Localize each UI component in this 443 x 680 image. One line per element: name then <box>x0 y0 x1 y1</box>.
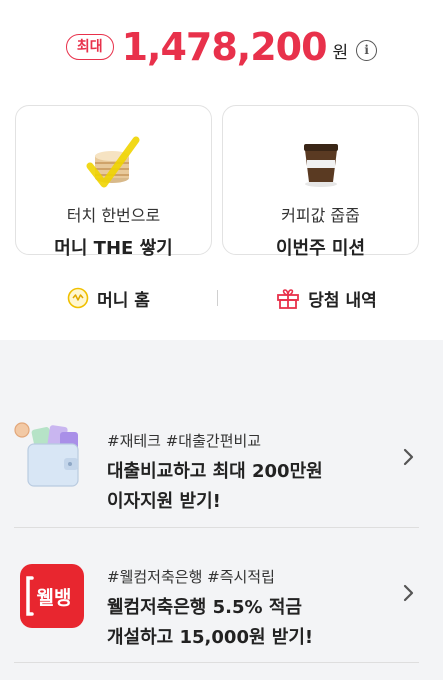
promo-welcome-bank[interactable]: 웰뱅 #웰컴저축은행 #즉시적립 웰컴저축은행 5.5% 적금 개설하고 15,… <box>14 528 419 663</box>
promo-title-line2: 개설하고 15,000원 받기! <box>107 627 314 648</box>
quick-links: 머니 홈 당첨 내역 <box>0 278 443 318</box>
promo-title-line2: 이자지원 받기! <box>107 491 221 512</box>
currency-unit: 원 <box>332 42 349 63</box>
top-section: 최대 1,478,200 원 i 터치 한번으로 머니 THE 쌓기 커피값 줍… <box>0 0 443 340</box>
promo-loan[interactable]: #재테크 #대출간편비교 대출비교하고 최대 200만원 이자지원 받기! <box>14 392 419 527</box>
coffee-cup-icon <box>291 126 351 196</box>
logo-text: 웰뱅 <box>37 587 72 609</box>
coin-stack-icon <box>84 126 144 196</box>
card-subtitle: 터치 한번으로 <box>66 206 161 225</box>
chevron-right-icon <box>399 442 419 472</box>
card-subtitle: 커피값 줍줍 <box>281 206 360 225</box>
welcome-bank-logo: 웰뱅 <box>14 558 86 630</box>
money-home-label: 머니 홈 <box>97 290 150 311</box>
chevron-right-icon <box>399 578 419 608</box>
promo-tags: #재테크 #대출간편비교 <box>107 432 262 450</box>
card-weekly-mission[interactable]: 커피값 줍줍 이번주 미션 <box>222 105 419 259</box>
gift-icon <box>276 287 300 309</box>
promo-divider <box>14 662 419 663</box>
money-coin-icon <box>67 287 89 309</box>
card-title: 이번주 미션 <box>275 238 366 259</box>
prize-history-label: 당첨 내역 <box>308 290 377 311</box>
max-amount-row: 최대 1,478,200 원 i <box>0 22 443 72</box>
money-home-link[interactable]: 머니 홈 <box>0 286 217 311</box>
info-icon[interactable]: i <box>356 39 378 61</box>
promo-title-line1: 웰컴저축은행 5.5% 적금 <box>107 597 302 618</box>
prize-history-link[interactable]: 당첨 내역 <box>218 286 435 311</box>
wallet-icon <box>14 422 86 494</box>
promo-section: #재테크 #대출간편비교 대출비교하고 최대 200만원 이자지원 받기! 웰뱅… <box>0 340 443 680</box>
promo-title-line1: 대출비교하고 최대 200만원 <box>107 461 323 482</box>
card-money-the[interactable]: 터치 한번으로 머니 THE 쌓기 <box>15 105 212 259</box>
card-title: 머니 THE 쌓기 <box>54 238 173 259</box>
max-amount: 1,478,200 <box>121 25 328 69</box>
max-badge: 최대 <box>65 34 114 60</box>
promo-tags: #웰컴저축은행 #즉시적립 <box>107 568 275 586</box>
